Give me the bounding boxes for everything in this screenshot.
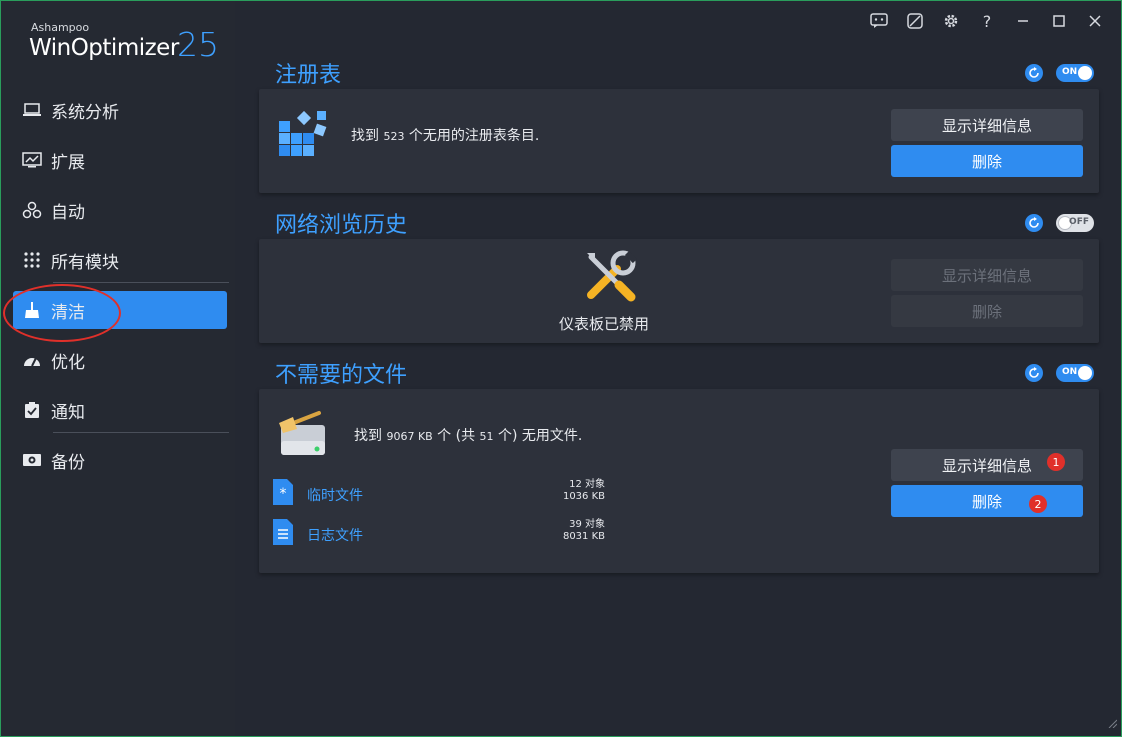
skin-button[interactable] (897, 9, 933, 33)
toggle-label: ON (1062, 367, 1078, 377)
brand-small-text: Ashampoo (31, 21, 90, 34)
titlebar-controls: ? (861, 9, 1113, 33)
toggle-label: OFF (1069, 217, 1089, 227)
refresh-button-registry[interactable] (1025, 64, 1043, 82)
temp-file-icon: * (273, 479, 293, 505)
dashboard-disabled-text: 仪表板已禁用 (559, 315, 650, 333)
clipboard-icon (21, 399, 43, 421)
sidebar-item-label: 通知 (51, 402, 85, 423)
sidebar-item-label: 自动 (51, 202, 85, 223)
chat-icon (870, 13, 888, 28)
sidebar-item-clean[interactable]: 清洁 (13, 291, 227, 329)
toggle-knob (1078, 366, 1092, 380)
grid-icon (21, 249, 43, 271)
files-count: 51 (479, 430, 494, 443)
sidebar-divider (53, 432, 229, 433)
toggle-browser[interactable]: OFF (1056, 214, 1094, 232)
section-title-browser: 网络浏览历史 (275, 213, 408, 238)
section-title-registry: 注册表 (275, 63, 342, 88)
laptop-icon (21, 99, 43, 121)
chart-icon (21, 149, 43, 171)
toggle-knob (1078, 66, 1092, 80)
brand-name-text: WinOptimizer (29, 35, 179, 61)
broom-icon (21, 299, 43, 321)
minimize-button[interactable] (1005, 9, 1041, 33)
result-suffix: 个无用的注册表条目. (408, 128, 540, 144)
backup-icon (21, 449, 43, 471)
sidebar-item-label: 清洁 (51, 302, 85, 323)
registry-cubes-icon (279, 110, 331, 163)
gear-icon (944, 14, 958, 28)
toggle-label: ON (1062, 67, 1078, 77)
result-prefix: 找到 (354, 428, 382, 444)
sidebar-item-label: 系统分析 (51, 102, 119, 123)
sidebar-item-system-analysis[interactable]: 系统分析 (13, 91, 227, 129)
registry-count: 523 (383, 130, 405, 143)
delete-button-files[interactable]: 删除 (891, 485, 1083, 517)
files-size: 9067 KB (386, 430, 433, 443)
sidebar-item-auto[interactable]: 自动 (13, 191, 227, 229)
minimize-icon (1018, 20, 1028, 22)
sidebar-item-label: 所有模块 (51, 252, 119, 273)
sidebar-item-extend[interactable]: 扩展 (13, 141, 227, 179)
files-result-text: 找到 9067 KB 个 (共 51 个) 无用文件. (354, 425, 582, 445)
file-row-count: 12 对象 1036 KB (545, 479, 605, 503)
file-row-objects: 39 对象 (569, 519, 605, 530)
sidebar-item-backup[interactable]: 备份 (13, 441, 227, 479)
tools-icon (583, 249, 639, 307)
annotation-badge-2: 2 (1029, 495, 1047, 513)
file-row-objects: 12 对象 (569, 479, 605, 490)
file-row-size: 1036 KB (562, 491, 605, 502)
maximize-icon (1053, 15, 1065, 27)
show-details-button-browser: 显示详细信息 (891, 259, 1083, 291)
file-row-count: 39 对象 8031 KB (545, 519, 605, 543)
refresh-button-browser[interactable] (1025, 214, 1043, 232)
sidebar-item-all-modules[interactable]: 所有模块 (13, 241, 227, 279)
annotation-badge-1: 1 (1047, 453, 1065, 471)
gauge-icon (21, 349, 43, 371)
brand-version-text: 25 (177, 25, 219, 64)
result-suffix: 个) 无用文件. (498, 428, 583, 444)
resize-grip-icon[interactable] (1107, 713, 1118, 732)
close-button[interactable] (1077, 9, 1113, 33)
log-file-icon (273, 519, 293, 545)
file-row-size: 8031 KB (562, 531, 605, 542)
help-button[interactable]: ? (969, 9, 1005, 33)
settings-button[interactable] (933, 9, 969, 33)
delete-button-registry[interactable]: 删除 (891, 145, 1083, 177)
refresh-icon (1029, 67, 1039, 78)
result-mid: 个 (共 (437, 428, 476, 444)
result-prefix: 找到 (351, 128, 379, 144)
panel-browser: 仪表板已禁用 显示详细信息 删除 (259, 239, 1099, 343)
toggle-files[interactable]: ON (1056, 364, 1094, 382)
sidebar-item-notify[interactable]: 通知 (13, 391, 227, 429)
show-details-button-registry[interactable]: 显示详细信息 (891, 109, 1083, 141)
sidebar-item-optimize[interactable]: 优化 (13, 341, 227, 379)
sidebar-item-label: 备份 (51, 452, 85, 473)
panel-registry: 找到 523 个无用的注册表条目. 显示详细信息 删除 (259, 89, 1099, 193)
drive-broom-icon (277, 409, 329, 461)
refresh-icon (1029, 367, 1039, 378)
maximize-button[interactable] (1041, 9, 1077, 33)
toggle-registry[interactable]: ON (1056, 64, 1094, 82)
link-icon (21, 199, 43, 221)
feedback-button[interactable] (861, 9, 897, 33)
refresh-icon (1029, 217, 1039, 228)
sidebar: Ashampoo WinOptimizer 25 系统分析 扩展 自动 所有模块… (1, 1, 235, 736)
sidebar-item-label: 扩展 (51, 152, 85, 173)
close-icon (1089, 15, 1101, 27)
refresh-button-files[interactable] (1025, 364, 1043, 382)
sidebar-item-label: 优化 (51, 352, 85, 373)
file-row-label[interactable]: 日志文件 (307, 525, 363, 545)
file-row-label[interactable]: 临时文件 (307, 485, 363, 505)
sidebar-divider (53, 282, 229, 283)
section-title-files: 不需要的文件 (275, 363, 408, 388)
svg-text:*: * (280, 486, 287, 502)
theme-icon (907, 13, 923, 29)
delete-button-browser: 删除 (891, 295, 1083, 327)
registry-result-text: 找到 523 个无用的注册表条目. (351, 125, 539, 145)
app-window: Ashampoo WinOptimizer 25 系统分析 扩展 自动 所有模块… (0, 0, 1122, 737)
panel-files: 找到 9067 KB 个 (共 51 个) 无用文件. * 临时文件 12 对象… (259, 389, 1099, 573)
